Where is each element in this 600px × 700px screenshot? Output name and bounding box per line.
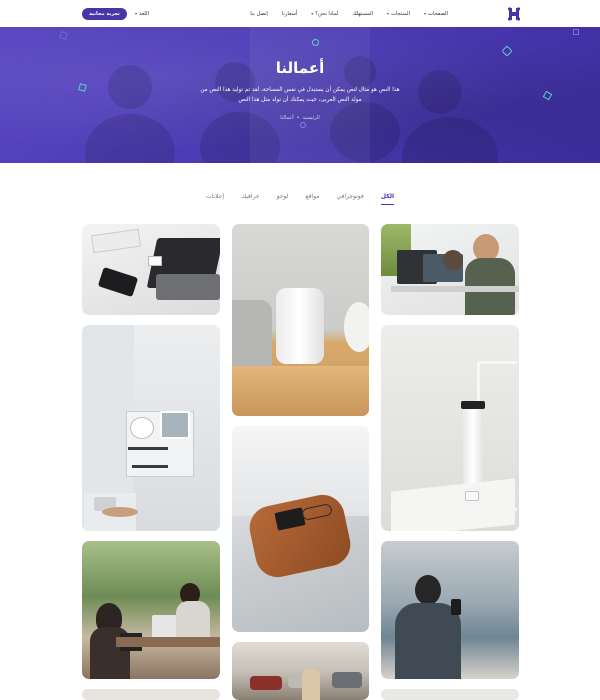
portfolio-item-partial-right[interactable] (381, 689, 519, 700)
tab-websites[interactable]: مواقع (305, 193, 319, 205)
portfolio-item-partial[interactable] (82, 689, 220, 700)
tab-photography[interactable]: فوتوجرافي (336, 193, 363, 205)
nav-item-products[interactable]: المنتجات ▾ (387, 11, 410, 17)
chevron-down-icon: ▾ (424, 11, 427, 16)
main-nav: الصفحات ▾ المنتجات ▾ المستهلك لماذا نحن؟ ▾ … (149, 11, 448, 17)
nav-pricing-label: أسعارنا (281, 10, 298, 17)
language-label: اللغة (139, 10, 150, 17)
hero-description: هذا النص هو مثال لنص يمكن أن يستبدل في ن… (200, 87, 400, 103)
nav-item-why-us[interactable]: لماذا نحن؟ ▾ (311, 11, 338, 17)
nav-item-pricing[interactable]: أسعارنا (282, 11, 297, 17)
street-photo (232, 642, 369, 700)
decor-circle (312, 39, 319, 46)
tab-graphics[interactable]: جرافيك (241, 193, 259, 205)
portfolio-item-laptop-desk[interactable] (82, 224, 220, 315)
nav-contact-label: إتصل بنا (250, 10, 268, 17)
tab-ads[interactable]: إعلانات (206, 193, 224, 205)
portfolio-filter-tabs: الكل فوتوجرافي مواقع لوجو جرافيك إعلانات (206, 193, 394, 205)
tab-all[interactable]: الكل (380, 193, 394, 205)
partial-photo-right (381, 689, 519, 700)
partial-photo (82, 689, 220, 700)
breadcrumb-separator: • (296, 115, 300, 121)
chevron-down-icon: ▾ (311, 11, 314, 16)
nav-item-pages[interactable]: الصفحات ▾ (424, 11, 448, 17)
nav-products-label: المنتجات (391, 10, 411, 17)
logo-icon[interactable] (506, 6, 522, 22)
portfolio-item-white-wall[interactable] (82, 325, 220, 531)
portfolio-item-leather-bag[interactable] (232, 426, 369, 632)
chevron-down-icon: ▾ (135, 11, 138, 16)
breadcrumb-home[interactable]: الرئيسية (303, 115, 320, 121)
laptop-desk-photo (82, 224, 220, 315)
free-trial-button[interactable]: تجربة مجانية (82, 7, 127, 20)
phone-beach-photo (381, 541, 519, 679)
breadcrumb: الرئيسية•أعمالنا (0, 115, 600, 121)
nav-consumer-label: المستهلك (352, 10, 374, 17)
tab-logo[interactable]: لوجو (277, 193, 289, 205)
breadcrumb-current: أعمالنا (280, 115, 294, 121)
speaker-photo (232, 224, 369, 416)
white-wall-photo (82, 325, 220, 531)
portfolio-item-workstation[interactable] (381, 224, 519, 315)
top-navbar: الصفحات ▾ المنتجات ▾ المستهلك لماذا نحن؟ ▾ … (0, 0, 600, 27)
nav-pages-label: الصفحات (428, 10, 448, 17)
portfolio-item-team-meeting[interactable] (82, 541, 220, 679)
chevron-down-icon: ▾ (387, 11, 390, 16)
decor-circle (300, 122, 306, 128)
team-meeting-photo (82, 541, 220, 679)
language-selector[interactable]: ▾ اللغة (135, 11, 149, 17)
thermos-photo (381, 325, 519, 531)
workstation-photo (381, 224, 519, 315)
nav-item-contact[interactable]: إتصل بنا (250, 11, 268, 17)
page-title: أعمالنا (275, 59, 325, 77)
nav-why-label: لماذا نحن؟ (315, 10, 339, 17)
portfolio-item-phone-beach[interactable] (381, 541, 519, 679)
header-tools: تجربة مجانية ▾ اللغة (82, 7, 149, 20)
hero-banner: أعمالنا هذا النص هو مثال لنص يمكن أن يست… (0, 27, 600, 163)
decor-square (573, 29, 579, 35)
portfolio-item-street[interactable] (232, 642, 369, 700)
nav-item-consumer[interactable]: المستهلك (352, 11, 373, 17)
portfolio-item-thermos[interactable] (381, 325, 519, 531)
portfolio-item-speaker[interactable] (232, 224, 369, 416)
leather-bag-photo (232, 426, 369, 632)
